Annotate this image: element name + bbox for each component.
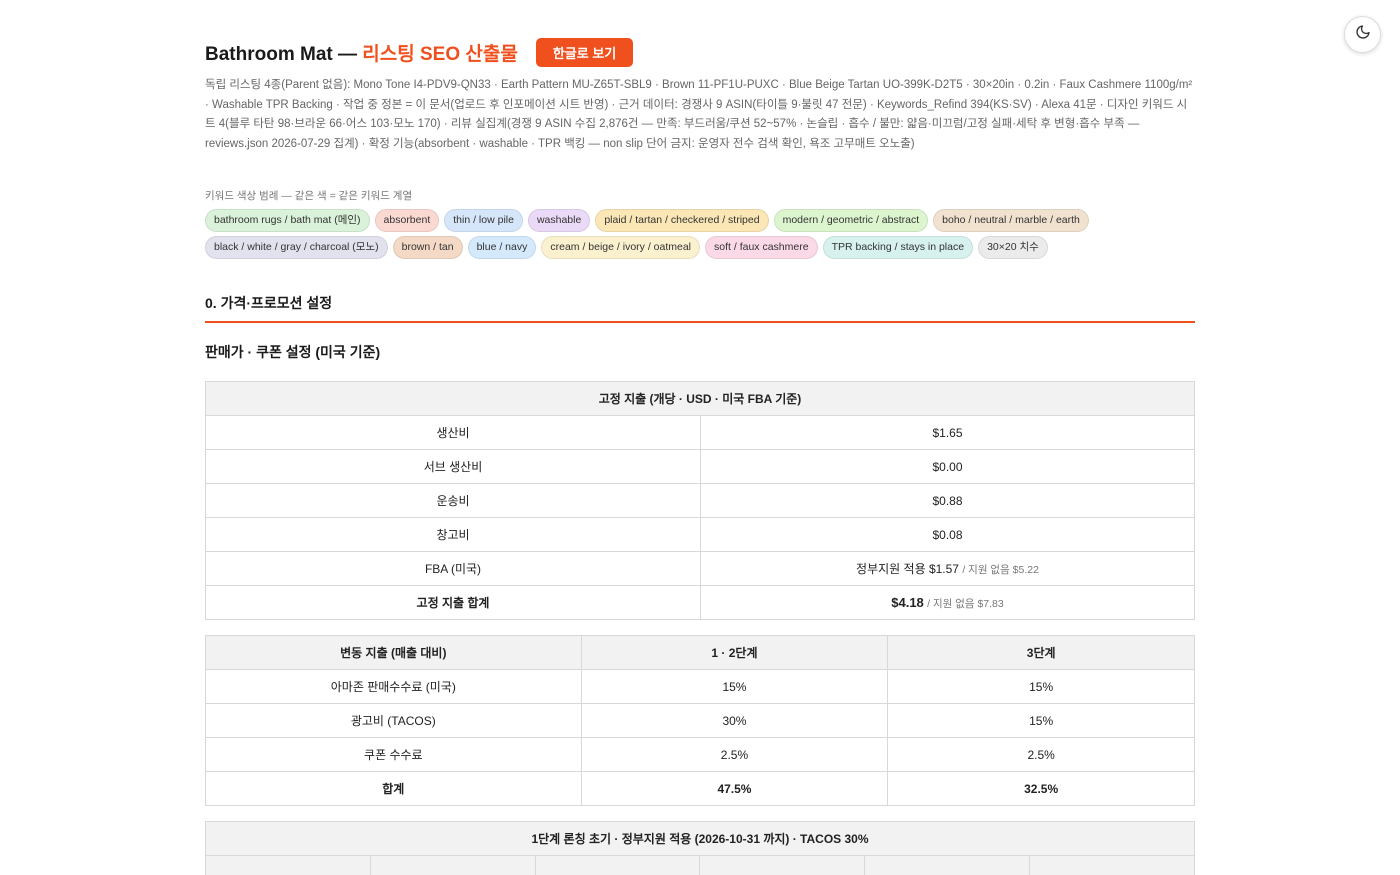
cost-amount: 정부지원 적용 $1.57 [856,562,959,576]
table-row: 아마존 판매수수료 (미국) 15% 15% [205,669,1195,704]
table-cell: 2.5% [580,737,889,772]
dark-mode-toggle[interactable] [1344,16,1381,53]
moon-icon [1355,24,1371,45]
cost-amount: $0.88 [932,493,963,508]
keyword-legend: bathroom rugs / bath mat (메인) absorbent th… [205,209,1195,259]
subsection-heading: 판매가 · 쿠폰 설정 (미국 기준) [205,344,381,360]
cost-label: 창고비 [205,517,701,552]
keyword-chip: brown / tan [392,236,463,259]
legend-label: 키워드 색상 범례 — 같은 색 = 같은 키워드 계열 [205,190,413,202]
keyword-chip: soft / faux cashmere [705,236,818,259]
table-cell: 30% [580,703,889,738]
total-label: 고정 지출 합계 [205,585,701,620]
table-cell: 2.5% [887,737,1195,772]
keyword-chip: cream / beige / ivory / oatmeal [541,236,701,259]
section-heading: 0. 가격·프로모션 설정 [205,293,1195,323]
title-row: Bathroom Mat — 리스팅 SEO 산출물 한글로 보기 [205,36,1195,68]
fixed-cost-header: 고정 지출 (개당 · USD · 미국 FBA 기준) [205,381,1195,416]
total-value: $4.18 / 지원 없음 $7.83 [700,585,1195,620]
title-main: Bathroom Mat — [205,43,363,65]
table-row: 광고비 (TACOS) 30% 15% [205,703,1195,738]
cost-note: / 지원 없음 $5.22 [962,564,1039,576]
column-header: 판매가 [205,855,371,875]
column-header: 마진율 [1029,855,1195,875]
column-header: 쿠폰 [369,855,536,875]
keyword-chip: thin / low pile [444,209,523,232]
total-cell: 32.5% [887,771,1195,806]
keyword-chip: 30×20 치수 [978,236,1048,259]
keyword-chip: modern / geometric / abstract [773,209,929,232]
table-row: 생산비 $1.65 [205,415,1195,450]
table-cell: 광고비 (TACOS) [205,703,582,738]
table-row: 운송비 $0.88 [205,483,1195,518]
table-cell: 15% [580,669,889,704]
stage1-header: 1단계 론칭 초기 · 정부지원 적용 (2026-10-31 까지) · TA… [205,821,1195,856]
listing-summary: 독립 리스팅 4종(Parent 없음): Mono Tone I4-PDV9-… [205,79,1193,150]
keyword-chip: bathroom rugs / bath mat (메인) [205,209,370,232]
total-note: / 지원 없음 $7.83 [927,597,1004,610]
cost-label: 서브 생산비 [205,449,701,484]
table-row: 서브 생산비 $0.00 [205,449,1195,484]
main-content: Bathroom Mat — 리스팅 SEO 산출물 한글로 보기 독립 리스팅… [205,36,1195,875]
variable-header-stage3: 3단계 [887,635,1195,670]
variable-header-stage12: 1 · 2단계 [580,635,889,670]
total-cell: 합계 [205,771,582,806]
cost-label: FBA (미국) [205,551,701,586]
cost-value: $0.08 [700,517,1195,552]
cost-amount: $1.65 [932,425,963,440]
total-cell: 47.5% [580,771,889,806]
keyword-chip: blue / navy [467,236,537,259]
cost-amount: $0.00 [932,459,963,474]
cost-label: 운송비 [205,483,701,518]
title-accent: 리스팅 SEO 산출물 [362,43,518,65]
column-header: 매출 [534,855,701,875]
keyword-chip: washable [527,209,591,232]
cost-value: 정부지원 적용 $1.57 / 지원 없음 $5.22 [700,551,1195,586]
table-cell: 아마존 판매수수료 (미국) [205,669,582,704]
table-row: 쿠폰 수수료 2.5% 2.5% [205,737,1195,772]
total-amount: $4.18 [891,594,924,610]
keyword-chip: boho / neutral / marble / earth [933,209,1089,232]
keyword-chip: plaid / tartan / checkered / striped [595,209,769,232]
table-cell: 15% [887,669,1195,704]
fixed-cost-table: 고정 지출 (개당 · USD · 미국 FBA 기준) 생산비 $1.65 서브 … [205,381,1195,620]
cost-value: $0.88 [700,483,1195,518]
stage1-table: 1단계 론칭 초기 · 정부지원 적용 (2026-10-31 까지) · TA… [205,821,1195,875]
view-in-korean-button[interactable]: 한글로 보기 [535,37,634,67]
table-cell: 쿠폰 수수료 [205,737,582,772]
keyword-chip: TPR backing / stays in place [822,236,974,259]
keyword-chip: black / white / gray / charcoal (모노) [205,236,388,259]
cost-value: $1.65 [700,415,1195,450]
cost-label: 생산비 [205,415,701,450]
variable-cost-table: 변동 지출 (매출 대비) 1 · 2단계 3단계 아마존 판매수수료 (미국)… [205,635,1195,806]
table-total-row: 고정 지출 합계 $4.18 / 지원 없음 $7.83 [205,585,1195,620]
column-header: 지출 [699,855,866,875]
table-row: 창고비 $0.08 [205,517,1195,552]
variable-header-label: 변동 지출 (매출 대비) [205,635,582,670]
table-cell: 15% [887,703,1195,738]
table-total-row: 합계 47.5% 32.5% [205,771,1195,806]
page-title: Bathroom Mat — 리스팅 SEO 산출물 [205,39,518,66]
column-header: 순이익 [864,855,1031,875]
cost-value: $0.00 [700,449,1195,484]
cost-amount: $0.08 [932,527,963,542]
keyword-chip: absorbent [374,209,440,232]
table-row: FBA (미국) 정부지원 적용 $1.57 / 지원 없음 $5.22 [205,551,1195,586]
